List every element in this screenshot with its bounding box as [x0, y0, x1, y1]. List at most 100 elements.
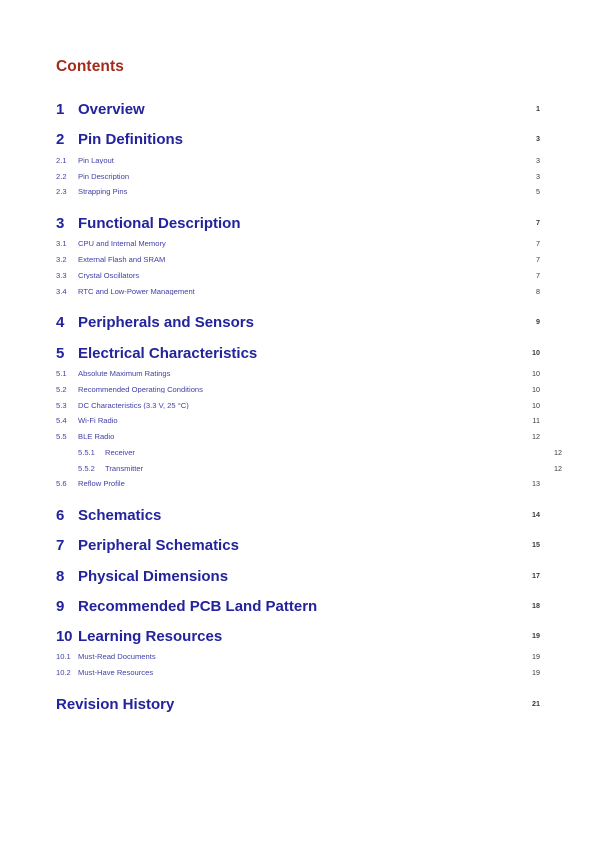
toc-entry-page-number: 18	[532, 600, 540, 610]
toc-entry-number: 2	[56, 131, 65, 149]
toc-entry-title: Pin Description	[78, 172, 130, 181]
toc-entry[interactable]: 5.4 Wi-Fi Radio 11	[56, 417, 540, 425]
toc-entry-page-number: 19	[532, 652, 540, 662]
toc-entry-title: External Flash and SRAM	[78, 256, 166, 264]
toc-entry-page-number: 19	[532, 631, 540, 641]
toc-entry-number: 3.1	[56, 239, 67, 249]
toc-entry-number: 10.2	[56, 668, 71, 678]
toc-entry[interactable]: 8 Physical Dimensions 17	[56, 568, 540, 585]
toc-entry-page-number: 9	[536, 317, 540, 327]
toc-entry-number: 9	[56, 597, 65, 615]
toc-entry[interactable]: 5.6 Reflow Profile 13	[56, 480, 540, 488]
toc-entry[interactable]: 5.1 Absolute Maximum Ratings 10	[56, 370, 540, 378]
toc-entry[interactable]: 2.1 Pin Layout 3	[56, 157, 540, 165]
toc-entry-number: 3.2	[56, 255, 67, 265]
toc-entry[interactable]: Revision History 21	[56, 696, 540, 713]
toc-entry-page-number: 1	[536, 104, 540, 114]
toc-entry-title: Peripheral Schematics	[78, 537, 239, 555]
toc-entry[interactable]: 3.2 External Flash and SRAM 7	[56, 256, 540, 264]
toc-entry-page-number: 17	[532, 570, 540, 580]
toc-entry-page-number: 8	[536, 286, 540, 296]
toc-entry[interactable]: 4 Peripherals and Sensors 9	[56, 314, 540, 331]
toc-entry-title: Pin Definitions	[78, 131, 183, 149]
toc-entry-title: Must-Have Resources	[78, 669, 154, 677]
toc-entry[interactable]: 3.3 Crystal Oscillators 7	[56, 272, 540, 280]
toc-entry-number: 5.6	[56, 479, 67, 489]
toc-entry[interactable]: 2 Pin Definitions 3	[56, 131, 540, 148]
toc-entry[interactable]: 1 Overview 1	[56, 101, 540, 118]
toc-entry-number: 3	[56, 214, 65, 232]
toc-entry[interactable]: 7 Peripheral Schematics 15	[56, 537, 540, 554]
page-title: Contents	[56, 58, 124, 75]
toc-entry-number: 5.5	[56, 432, 67, 442]
toc-entry-page-number: 7	[536, 239, 540, 249]
toc-entry[interactable]: 5.2 Recommended Operating Conditions 10	[56, 386, 540, 394]
toc-entry-title: Electrical Characteristics	[78, 344, 258, 362]
toc-entry-number: 5.5.1	[78, 447, 95, 457]
toc-entry-title: DC Characteristics (3.3 V, 25 °C)	[78, 401, 189, 410]
toc-entry-number: 2.3	[56, 187, 67, 197]
toc-entry[interactable]: 3 Functional Description 7	[56, 215, 540, 232]
toc-entry-page-number: 10	[532, 400, 540, 410]
toc-entry[interactable]: 3.1 CPU and Internal Memory 7	[56, 240, 540, 248]
toc-entry-number: 4	[56, 314, 65, 332]
toc-entry-page-number: 11	[532, 416, 540, 426]
toc-entry-page-number: 7	[536, 217, 540, 227]
toc-entry-title: Revision History	[56, 695, 175, 713]
toc-entry-page-number: 10	[532, 368, 540, 378]
toc-entry-page-number: 10	[532, 384, 540, 394]
toc-entry-title: Physical Dimensions	[78, 567, 229, 585]
toc-entry-number: 5.4	[56, 416, 67, 426]
toc-entry-number: 5.1	[56, 368, 67, 378]
toc-entry[interactable]: 5.5 BLE Radio 12	[56, 433, 540, 441]
toc-entry[interactable]: 2.2 Pin Description 3	[56, 172, 540, 181]
toc-entry-number: 10	[56, 628, 73, 646]
toc-entry-page-number: 12	[554, 447, 562, 457]
toc-entry[interactable]: 5 Electrical Characteristics 10	[56, 345, 540, 362]
toc-entry-list: 1 Overview 1 2 Pin Definitions 3 2.1 Pin Layout…	[56, 101, 562, 713]
toc-entry-number: 3.4	[56, 286, 67, 296]
toc-entry-page-number: 12	[532, 432, 540, 442]
toc-entry-title: Recommended PCB Land Pattern	[78, 597, 318, 615]
toc-entry-title: Recommended Operating Conditions	[78, 385, 203, 394]
toc-entry-title: Strapping Pins	[78, 188, 128, 196]
toc-entry[interactable]: 5.3 DC Characteristics (3.3 V, 25 °C) 10	[56, 400, 540, 410]
toc-entry-title: Learning Resources	[78, 628, 223, 646]
table-of-contents: Contents 1 Overview 1 2 Pin Definitions 3 2.1 P…	[56, 58, 562, 716]
toc-entry-number: 3.3	[56, 270, 67, 280]
toc-entry-number: 5	[56, 344, 65, 362]
toc-entry-number: 7	[56, 537, 65, 555]
toc-entry-title: BLE Radio	[78, 433, 115, 441]
toc-entry[interactable]: 2.3 Strapping Pins 5	[56, 188, 540, 196]
toc-entry-page-number: 15	[532, 540, 540, 550]
toc-entry[interactable]: 9 Recommended PCB Land Pattern 18	[56, 598, 540, 615]
toc-entry-number: 10.1	[56, 652, 71, 662]
toc-entry-page-number: 19	[532, 668, 540, 678]
toc-entry-title: Absolute Maximum Ratings	[78, 369, 171, 378]
toc-entry[interactable]: 6 Schematics 14	[56, 507, 540, 524]
toc-entry-page-number: 3	[536, 155, 540, 165]
toc-entry-title: Reflow Profile	[78, 480, 125, 489]
toc-entry-page-number: 7	[536, 270, 540, 280]
toc-entry-title: Crystal Oscillators	[78, 271, 140, 280]
toc-entry[interactable]: 10.1 Must-Read Documents 19	[56, 653, 540, 661]
toc-entry-title: Peripherals and Sensors	[78, 314, 254, 332]
toc-entry[interactable]: 5.5.2 Transmitter 12	[56, 463, 562, 473]
toc-entry-number: 8	[56, 567, 65, 585]
toc-entry-title: Must-Read Documents	[78, 653, 156, 662]
toc-entry[interactable]: 10 Learning Resources 19	[56, 628, 540, 645]
toc-entry-page-number: 14	[532, 510, 540, 520]
toc-entry-title: Schematics	[78, 507, 162, 525]
toc-entry[interactable]: 10.2 Must-Have Resources 19	[56, 669, 540, 677]
toc-entry[interactable]: 3.4 RTC and Low-Power Management 8	[56, 286, 540, 296]
toc-entry[interactable]: 5.5.1 Receiver 12	[56, 449, 562, 457]
toc-entry-number: 5.2	[56, 384, 67, 394]
toc-entry-number: 2.1	[56, 155, 67, 165]
toc-entry-title: CPU and Internal Memory	[78, 240, 166, 248]
toc-entry-page-number: 10	[532, 347, 540, 357]
toc-entry-number: 5.5.2	[78, 463, 95, 473]
toc-entry-number: 5.3	[56, 400, 67, 410]
toc-entry-title: Receiver	[105, 448, 135, 457]
toc-entry-title: Functional Description	[78, 214, 241, 232]
toc-entry-title: Transmitter	[105, 464, 144, 473]
